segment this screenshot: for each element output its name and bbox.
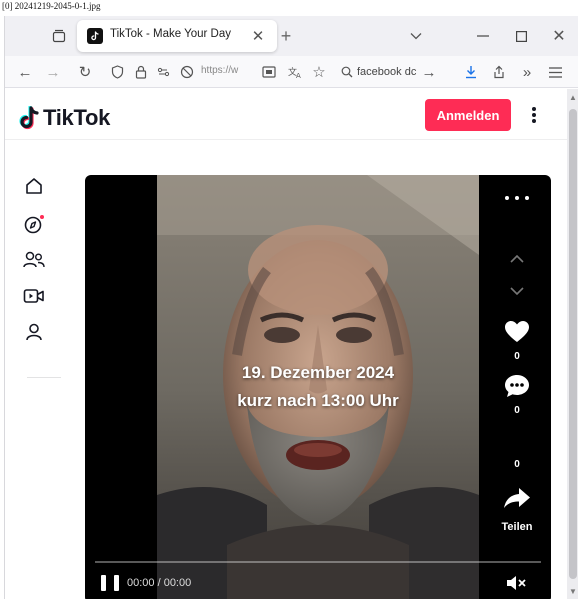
screenshot-icon[interactable] xyxy=(259,62,279,82)
explore-icon xyxy=(24,215,44,234)
profile-icon xyxy=(26,323,42,341)
overflow-chevrons-icon[interactable]: » xyxy=(517,62,537,82)
heart-icon xyxy=(505,321,529,342)
sidenav-home[interactable] xyxy=(21,173,47,199)
search-query: facebook dc xyxy=(357,66,417,78)
tab-title: TikTok - Make Your Day xyxy=(110,28,232,40)
header-divider xyxy=(5,139,567,140)
tab-tiktok[interactable]: TikTok - Make Your Day ✕ xyxy=(77,20,277,52)
sidenav-explore[interactable] xyxy=(21,211,47,237)
search-go-arrow-icon[interactable]: → xyxy=(419,62,439,82)
pause-icon[interactable] xyxy=(101,573,119,593)
tab-list-icon xyxy=(52,29,66,43)
video-player[interactable]: 19. Dezember 2024 kurz nach 13:00 Uhr 0 … xyxy=(85,175,551,599)
login-button[interactable]: Anmelden xyxy=(425,99,511,131)
page-scrollbar[interactable]: ▲ ▼ xyxy=(567,89,578,599)
explore-badge-dot xyxy=(40,215,44,219)
share-arrow-icon xyxy=(504,488,530,508)
sidenav-profile[interactable] xyxy=(21,319,47,345)
tab-overflow-chevron-icon[interactable] xyxy=(405,25,427,47)
scroll-up-arrow-icon[interactable]: ▲ xyxy=(567,91,578,103)
next-video-chevron-icon[interactable] xyxy=(507,283,527,299)
new-tab-icon[interactable]: + xyxy=(275,25,297,47)
tab-list-button[interactable] xyxy=(49,26,69,46)
shield-icon[interactable] xyxy=(107,62,127,82)
overlay-time-text: kurz nach 13:00 Uhr xyxy=(237,391,399,410)
save-count: 0 xyxy=(514,459,520,470)
video-progress-bar[interactable] xyxy=(95,561,541,563)
tiktok-logo-text: TikTok xyxy=(43,105,111,130)
sidenav-live[interactable] xyxy=(21,283,47,309)
tiktok-note-icon xyxy=(19,106,39,130)
reload-icon[interactable]: ↻ xyxy=(75,62,95,82)
navigation-bar: ← → ↻ https://w 文A ☆ facebook dc → » xyxy=(5,56,578,88)
sidenav-divider xyxy=(27,377,61,378)
live-icon xyxy=(23,289,44,303)
forward-arrow-icon[interactable]: → xyxy=(43,62,63,82)
menu-hamburger-icon[interactable] xyxy=(545,62,565,82)
share-page-icon[interactable] xyxy=(489,62,509,82)
share-label: Teilen xyxy=(501,521,533,533)
comment-count: 0 xyxy=(514,405,520,416)
tracking-blocked-icon[interactable] xyxy=(177,62,197,82)
search-icon xyxy=(341,66,353,78)
video-text-overlay: 19. Dezember 2024 kurz nach 13:00 Uhr xyxy=(157,175,479,599)
scroll-down-arrow-icon[interactable]: ▼ xyxy=(567,585,578,597)
more-options-icon[interactable] xyxy=(527,103,541,127)
video-time: 00:00 / 00:00 xyxy=(127,577,192,589)
previous-video-chevron-icon[interactable] xyxy=(507,251,527,267)
scrollbar-thumb[interactable] xyxy=(569,109,577,579)
tab-bar: TikTok - Make Your Day ✕ + ✕ xyxy=(5,16,578,56)
comment-icon xyxy=(505,375,529,397)
back-arrow-icon[interactable]: ← xyxy=(15,62,35,82)
lock-icon[interactable] xyxy=(131,62,151,82)
translate-icon[interactable]: 文A xyxy=(285,62,305,82)
sidenav-following[interactable] xyxy=(21,247,47,273)
tiktok-favicon-icon xyxy=(87,28,103,44)
comment-button[interactable] xyxy=(497,371,537,401)
window-maximize-icon[interactable] xyxy=(509,24,533,48)
video-more-icon[interactable] xyxy=(505,193,529,203)
browser-window: TikTok - Make Your Day ✕ + ✕ ← → ↻ https… xyxy=(4,16,578,599)
bookmark-star-icon[interactable]: ☆ xyxy=(309,62,329,82)
like-count: 0 xyxy=(514,351,520,362)
tab-close-icon[interactable]: ✕ xyxy=(249,27,267,45)
window-close-icon[interactable]: ✕ xyxy=(547,24,571,48)
following-icon xyxy=(23,251,45,268)
address-bar-url[interactable]: https://w xyxy=(201,65,255,76)
svg-text:A: A xyxy=(296,72,301,79)
tiktok-logo[interactable]: TikTok xyxy=(19,105,110,131)
downloads-icon[interactable] xyxy=(461,62,481,82)
home-icon xyxy=(26,178,42,194)
like-button[interactable] xyxy=(497,317,537,347)
window-minimize-icon[interactable] xyxy=(471,24,495,48)
share-button[interactable] xyxy=(497,483,537,513)
permissions-icon[interactable] xyxy=(155,62,175,82)
overlay-date-text: 19. Dezember 2024 xyxy=(241,363,395,382)
tiktok-page: TikTok Anmelden 19. Dezember 2024 kurz n… xyxy=(5,89,567,599)
screenshot-filename: [0] 20241219-2045-0-1.jpg xyxy=(2,1,101,11)
mute-icon[interactable] xyxy=(503,573,531,593)
